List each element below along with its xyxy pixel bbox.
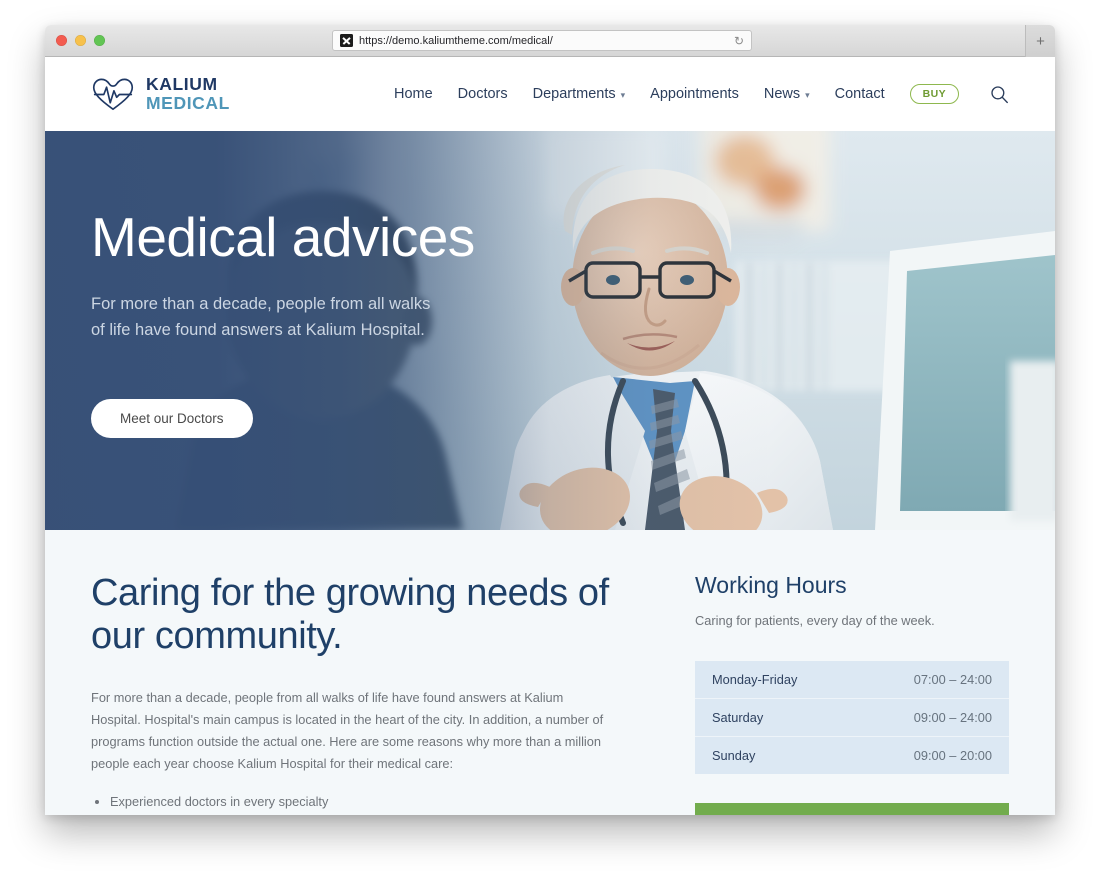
maximize-window-button[interactable] <box>94 35 105 46</box>
minimize-window-button[interactable] <box>75 35 86 46</box>
url-text: https://demo.kaliumtheme.com/medical/ <box>359 34 553 47</box>
site-logo[interactable]: KALIUM MEDICAL <box>91 75 230 113</box>
search-icon <box>990 85 1008 103</box>
intro-paragraph: For more than a decade, people from all … <box>91 690 604 772</box>
nav-label: Contact <box>834 86 885 102</box>
hero-content: Medical advices For more than a decade, … <box>91 206 611 439</box>
new-tab-button[interactable]: + <box>1025 25 1055 57</box>
content-section: Caring for the growing needs of our comm… <box>45 530 1055 815</box>
hours-value: 09:00 – 24:00 <box>913 709 992 725</box>
buy-button[interactable]: BUY <box>909 83 959 105</box>
reload-icon[interactable]: ↻ <box>734 35 744 47</box>
nav-label: News <box>763 86 801 102</box>
working-hours-title: Working Hours <box>695 572 847 598</box>
nav-item-departments[interactable]: Departments ▾ <box>533 86 626 102</box>
window-controls <box>45 35 105 46</box>
hours-value: 07:00 – 24:00 <box>913 671 992 687</box>
day-label: Sunday <box>712 747 756 763</box>
site-favicon-icon <box>340 34 353 47</box>
hours-value: 09:00 – 20:00 <box>913 747 992 763</box>
search-button[interactable] <box>988 83 1010 105</box>
nav-item-contact[interactable]: Contact <box>835 86 885 102</box>
working-hours-widget: Working Hours Caring for patients, every… <box>695 572 1009 815</box>
table-row: Saturday 09:00 – 24:00 <box>695 698 1009 737</box>
content-main-column: Caring for the growing needs of our comm… <box>91 572 651 815</box>
nav-item-appointments[interactable]: Appointments <box>650 86 739 102</box>
nav-item-doctors[interactable]: Doctors <box>458 86 508 102</box>
hero-subtitle: For more than a decade, people from all … <box>91 294 431 339</box>
close-window-button[interactable] <box>56 35 67 46</box>
hero-title: Medical advices <box>91 206 475 268</box>
list-item: Experienced doctors in every specialty <box>91 792 651 812</box>
address-bar[interactable]: https://demo.kaliumtheme.com/medical/ ↻ <box>332 30 752 51</box>
nav-label: Departments <box>532 86 616 102</box>
browser-toolbar: https://demo.kaliumtheme.com/medical/ ↻ … <box>45 25 1055 57</box>
table-row: Monday-Friday 07:00 – 24:00 <box>695 660 1009 699</box>
nav-label: Home <box>393 86 433 102</box>
main-navigation: Home Doctors Departments ▾ Appointments … <box>394 83 1010 105</box>
nav-item-home[interactable]: Home <box>394 86 433 102</box>
chevron-down-icon: ▾ <box>620 89 626 100</box>
logo-line-medical: MEDICAL <box>146 93 230 113</box>
heart-ekg-icon <box>92 78 134 110</box>
list-item: Simplify a company's legal project manag… <box>91 812 651 815</box>
day-label: Saturday <box>712 709 764 725</box>
chevron-down-icon: ▾ <box>805 89 810 100</box>
nav-item-news[interactable]: News ▾ <box>764 86 810 102</box>
table-row: Sunday 09:00 – 20:00 <box>695 736 1009 774</box>
feature-list: Experienced doctors in every specialty S… <box>91 792 651 815</box>
page-title: Caring for the growing needs of our comm… <box>91 572 609 657</box>
day-label: Monday-Friday <box>712 671 798 687</box>
hero-banner: Medical advices For more than a decade, … <box>45 131 1055 530</box>
logo-line-kalium: KALIUM <box>146 74 218 95</box>
emergency-call-button[interactable]: EMERGENCY CALL: 0800 100 20 <box>695 802 1009 815</box>
meet-our-doctors-button[interactable]: Meet our Doctors <box>91 398 253 439</box>
nav-label: Doctors <box>457 86 508 102</box>
nav-label: Appointments <box>650 86 739 102</box>
logo-wordmark: KALIUM MEDICAL <box>146 75 230 113</box>
site-header: KALIUM MEDICAL Home Doctors Departments … <box>45 57 1055 131</box>
working-hours-table: Monday-Friday 07:00 – 24:00 Saturday 09:… <box>695 660 1009 774</box>
browser-window: https://demo.kaliumtheme.com/medical/ ↻ … <box>45 25 1055 815</box>
working-hours-subtitle: Caring for patients, every day of the we… <box>695 612 935 628</box>
